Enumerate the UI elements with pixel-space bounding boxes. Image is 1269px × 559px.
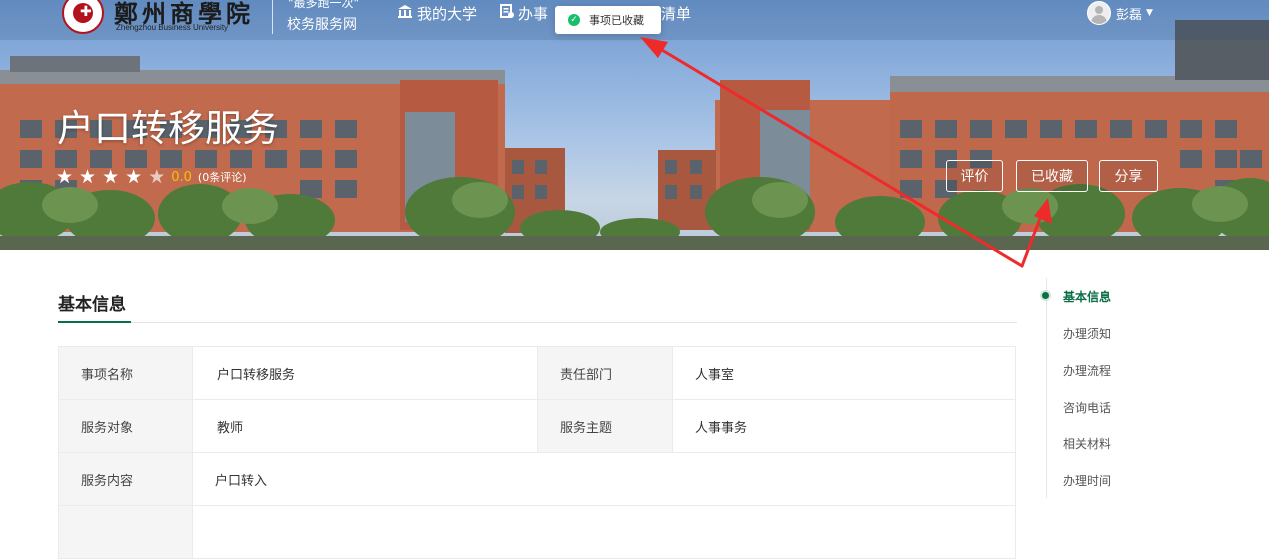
nav-label: 我的大学 xyxy=(417,4,478,23)
table-row: 服务内容 户口转入 xyxy=(58,452,1016,506)
service-title: 户口转移服务 xyxy=(57,107,279,150)
check-circle-icon: ✓ xyxy=(568,14,580,26)
rate-button[interactable]: 评价 xyxy=(946,160,1003,192)
user-name: 彭磊 xyxy=(1116,7,1143,23)
star-icon[interactable]: ★ xyxy=(125,167,142,187)
table-value: 人事室 xyxy=(672,346,1016,400)
side-nav-phone[interactable]: 咨询电话 xyxy=(1063,399,1111,416)
nav-label: 清单 xyxy=(661,4,692,23)
table-label: 服务主题 xyxy=(537,399,673,453)
star-icon[interactable]: ★ xyxy=(79,167,96,187)
toast-notification: ✓ 事项已收藏 xyxy=(555,6,661,34)
user-menu[interactable]: 彭磊 ▼ xyxy=(1087,1,1153,25)
section-title: 基本信息 xyxy=(58,295,126,315)
table-row xyxy=(58,505,1016,559)
nav-list[interactable]: 清单 xyxy=(661,3,691,23)
table-row: 服务对象 教师 服务主题 人事事务 xyxy=(58,399,1016,453)
table-value xyxy=(192,505,1016,559)
section-title-underline xyxy=(58,321,131,323)
basic-info-table: 事项名称 户口转移服务 责任部门 人事室 服务对象 教师 服务主题 人事事务 服… xyxy=(58,346,1016,559)
table-value: 人事事务 xyxy=(672,399,1016,453)
table-value: 教师 xyxy=(192,399,538,453)
star-icon[interactable]: ★ xyxy=(148,167,165,187)
star-icon[interactable]: ★ xyxy=(56,167,73,187)
star-icon[interactable]: ★ xyxy=(102,167,119,187)
university-logo-icon[interactable]: ✚ xyxy=(62,0,104,34)
university-icon xyxy=(397,4,413,23)
side-nav-basic-info[interactable]: 基本信息 xyxy=(1063,288,1111,305)
site-name: 校务服务网 xyxy=(287,17,357,33)
table-value: 户口转入 xyxy=(192,452,1016,506)
avatar xyxy=(1087,1,1111,25)
section-divider xyxy=(58,322,1017,323)
side-nav-materials[interactable]: 相关材料 xyxy=(1063,435,1111,452)
active-indicator-dot xyxy=(1042,292,1049,299)
side-nav-rail xyxy=(1046,278,1047,498)
side-nav-process[interactable]: 办理流程 xyxy=(1063,362,1111,379)
logo-divider xyxy=(272,0,273,34)
table-label: 事项名称 xyxy=(58,346,193,400)
review-count: (0条评论) xyxy=(197,171,247,184)
side-nav-hours[interactable]: 办理时间 xyxy=(1063,472,1111,489)
favorite-button[interactable]: 已收藏 xyxy=(1016,160,1088,192)
share-button[interactable]: 分享 xyxy=(1099,160,1158,192)
rating: ★ ★ ★ ★ ★ 0.0 (0条评论) xyxy=(56,167,247,187)
nav-my-university[interactable]: 我的大学 xyxy=(397,3,477,23)
document-icon xyxy=(500,3,514,23)
logo-english-name: Zhengzhou Business University xyxy=(116,23,229,32)
side-nav-guide[interactable]: 办理须知 xyxy=(1063,325,1111,342)
table-row: 事项名称 户口转移服务 责任部门 人事室 xyxy=(58,346,1016,400)
rating-score: 0.0 xyxy=(171,169,192,185)
toast-message: 事项已收藏 xyxy=(589,14,644,27)
table-label: 责任部门 xyxy=(537,346,673,400)
table-label: 服务对象 xyxy=(58,399,193,453)
nav-affairs[interactable]: 办事 xyxy=(500,3,548,23)
table-label: 服务内容 xyxy=(58,452,193,506)
caret-down-icon: ▼ xyxy=(1146,8,1153,18)
table-value: 户口转移服务 xyxy=(192,346,538,400)
site-slogan: "最多跑一次" xyxy=(288,0,360,10)
table-label xyxy=(58,505,193,559)
nav-label: 办事 xyxy=(518,4,549,23)
